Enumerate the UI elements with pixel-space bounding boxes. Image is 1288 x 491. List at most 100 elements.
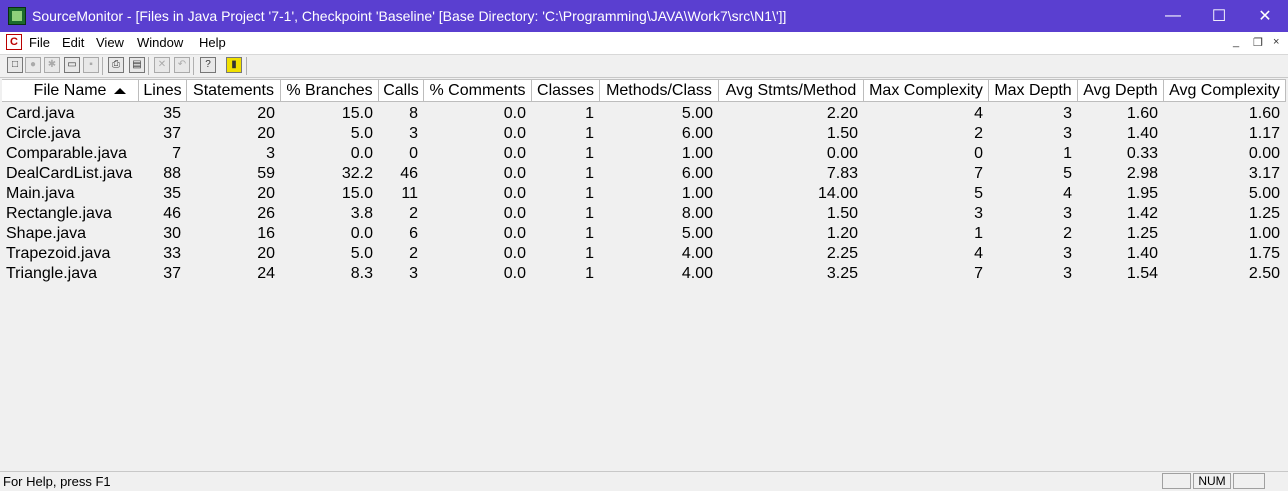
cell-classes: 1 [585,245,594,262]
mdi-minimize-button[interactable]: _ [1233,36,1239,48]
cell-calls: 11 [401,185,418,202]
print-icon[interactable]: ⎙ [108,57,124,73]
cell-file-name: Trapezoid.java [6,245,111,262]
menu-help[interactable]: Help [199,35,226,50]
cell-calls: 3 [409,125,418,142]
cell-max-depth: 3 [1063,125,1072,142]
toolbar-separator [193,57,194,75]
cell-methods-per-class: 6.00 [681,125,713,142]
cell-max-depth: 3 [1063,245,1072,262]
cell-calls: 0 [409,145,418,162]
menu-window[interactable]: Window [137,35,183,50]
cell-statements: 20 [257,125,275,142]
column-header-max-complexity[interactable]: Max Complexity [864,80,989,102]
cell-max-complexity: 4 [974,245,983,262]
menu-file[interactable]: File [29,35,50,50]
cell-max-complexity: 7 [974,265,983,282]
cell-methods-per-class: 5.00 [681,105,713,122]
column-header-classes[interactable]: Classes [532,80,600,102]
cell-pct-comments: 0.0 [503,265,526,282]
cell-calls: 2 [409,205,418,222]
exit-icon[interactable]: ▮ [226,57,242,73]
cell-avg-complexity: 5.00 [1248,185,1280,202]
gear-icon[interactable]: ✱ [44,57,60,73]
cell-statements: 20 [257,185,275,202]
menu-bar: C File Edit View Window Help _ ❐ × [0,32,1288,55]
delete-icon[interactable]: ✕ [154,57,170,73]
title-bar[interactable]: SourceMonitor - [Files in Java Project '… [0,0,1288,32]
cell-classes: 1 [585,165,594,182]
cell-avg-complexity: 2.50 [1248,265,1280,282]
save-icon[interactable]: ▪ [83,57,99,73]
cell-avg-stmts-per-method: 1.50 [826,205,858,222]
cell-pct-comments: 0.0 [503,105,526,122]
app-icon[interactable] [8,7,26,25]
cell-classes: 1 [585,265,594,282]
file-metrics-table[interactable]: File Name Lines Statements% Branches Calls%… [2,79,1286,470]
cell-pct-comments: 0.0 [503,245,526,262]
open-folder-icon[interactable]: ▭ [64,57,80,73]
cell-classes: 1 [585,205,594,222]
cell-pct-branches: 0.0 [350,145,373,162]
column-header-methods-per-class[interactable]: Methods/Class [600,80,719,102]
cell-max-complexity: 7 [974,165,983,182]
column-header-avg-complexity[interactable]: Avg Complexity [1164,80,1286,102]
cell-avg-stmts-per-method: 1.20 [826,225,858,242]
cell-pct-branches: 8.3 [350,265,373,282]
new-file-icon[interactable]: □ [7,57,23,73]
toolbar-separator [102,57,103,75]
cell-lines: 46 [163,205,181,222]
cell-avg-stmts-per-method: 2.25 [826,245,858,262]
cell-lines: 33 [163,245,181,262]
cell-methods-per-class: 4.00 [681,245,713,262]
cell-file-name: Comparable.java [6,145,127,162]
document-icon[interactable]: C [6,34,22,50]
sort-ascending-icon [114,88,126,94]
cell-avg-complexity: 0.00 [1248,145,1280,162]
undo-icon[interactable]: ↶ [174,57,190,73]
column-header-avg-stmts-per-method[interactable]: Avg Stmts/Method [719,80,864,102]
cell-statements: 20 [257,105,275,122]
cell-lines: 7 [172,145,181,162]
column-header-max-depth[interactable]: Max Depth [989,80,1078,102]
minimize-button[interactable]: — [1150,0,1196,32]
cell-calls: 46 [400,165,418,182]
maximize-button[interactable]: ☐ [1196,0,1242,32]
column-header-file-name[interactable]: File Name [2,80,139,102]
cell-max-complexity: 3 [974,205,983,222]
column-header-avg-depth[interactable]: Avg Depth [1078,80,1164,102]
cell-max-complexity: 1 [974,225,983,242]
cell-avg-complexity: 1.00 [1248,225,1280,242]
close-button[interactable]: ✕ [1242,0,1288,32]
cell-avg-depth: 1.60 [1126,105,1158,122]
cell-avg-stmts-per-method: 0.00 [826,145,858,162]
menu-edit[interactable]: Edit [62,35,84,50]
mdi-close-button[interactable]: × [1273,36,1279,48]
column-header-pct-comments[interactable]: % Comments [424,80,532,102]
cell-avg-stmts-per-method: 14.00 [817,185,858,202]
column-header-calls[interactable]: Calls [379,80,424,102]
cell-calls: 8 [409,105,418,122]
context-help-icon[interactable]: ? [200,57,216,73]
cell-lines: 35 [163,185,181,202]
cell-pct-comments: 0.0 [503,125,526,142]
cell-pct-comments: 0.0 [503,145,526,162]
status-bar: For Help, press F1 NUM [0,471,1288,491]
print-preview-icon[interactable]: ▤ [129,57,145,73]
circle-icon[interactable]: ● [25,57,41,73]
cell-calls: 6 [409,225,418,242]
cell-pct-branches: 5.0 [350,125,373,142]
cell-classes: 1 [585,145,594,162]
cell-avg-depth: 1.42 [1126,205,1158,222]
cell-max-depth: 2 [1063,225,1072,242]
window-title: SourceMonitor - [Files in Java Project '… [32,8,787,24]
mdi-restore-button[interactable]: ❐ [1253,36,1263,49]
column-header-pct-branches[interactable]: % Branches [281,80,379,102]
cell-file-name: Main.java [6,185,75,202]
menu-view[interactable]: View [96,35,124,50]
cell-avg-complexity: 1.25 [1248,205,1280,222]
column-header-lines[interactable]: Lines [139,80,187,102]
column-header-statements[interactable]: Statements [187,80,281,102]
cell-lines: 37 [163,265,181,282]
cell-calls: 3 [409,265,418,282]
